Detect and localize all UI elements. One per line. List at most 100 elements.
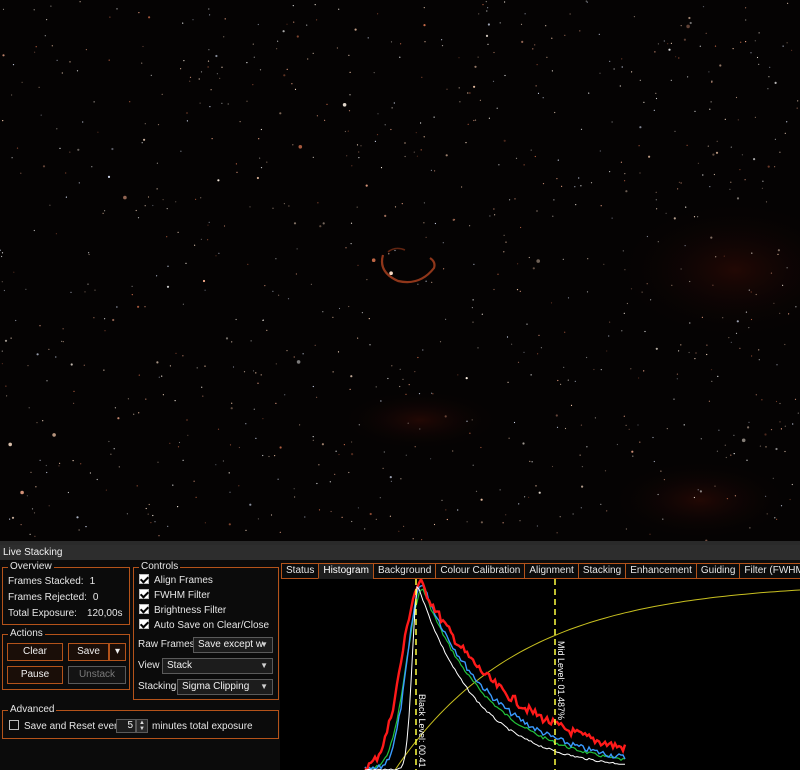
star bbox=[724, 444, 726, 446]
align-frames-checkbox[interactable]: Align Frames bbox=[139, 574, 213, 588]
star bbox=[716, 450, 719, 452]
star bbox=[390, 480, 392, 482]
star bbox=[80, 463, 82, 465]
star bbox=[199, 102, 201, 104]
star bbox=[195, 198, 197, 200]
star bbox=[29, 533, 31, 535]
star bbox=[52, 433, 56, 437]
raw-frames-select[interactable]: Save except w ▼ bbox=[193, 637, 273, 653]
star bbox=[532, 48, 534, 50]
star bbox=[519, 520, 521, 522]
star bbox=[272, 207, 274, 209]
star bbox=[383, 451, 385, 453]
star bbox=[751, 355, 753, 357]
checkbox-unchecked-icon[interactable] bbox=[9, 720, 19, 730]
star bbox=[467, 92, 469, 94]
star bbox=[49, 204, 51, 206]
tab-histogram[interactable]: Histogram bbox=[318, 563, 374, 579]
star bbox=[606, 350, 608, 352]
star bbox=[207, 60, 210, 62]
star bbox=[643, 101, 645, 103]
star bbox=[713, 173, 716, 176]
view-select[interactable]: Stack ▼ bbox=[162, 658, 273, 674]
save-button[interactable]: Save bbox=[68, 643, 109, 661]
tab-guiding[interactable]: Guiding bbox=[695, 563, 741, 579]
pause-button[interactable]: Pause bbox=[7, 666, 63, 684]
tab-stacking[interactable]: Stacking bbox=[577, 563, 627, 579]
star bbox=[581, 466, 584, 468]
fwhm-filter-checkbox[interactable]: FWHM Filter bbox=[139, 589, 210, 603]
live-stack-image bbox=[0, 0, 800, 541]
star bbox=[321, 443, 324, 446]
star bbox=[304, 516, 306, 518]
star bbox=[715, 151, 719, 154]
star bbox=[2, 8, 5, 10]
star bbox=[644, 330, 646, 333]
star bbox=[706, 344, 708, 346]
tab-colour-calibration[interactable]: Colour Calibration bbox=[435, 563, 526, 579]
star bbox=[537, 353, 539, 355]
star bbox=[678, 350, 680, 352]
star bbox=[350, 375, 353, 378]
stacking-select[interactable]: Sigma Clipping ▼ bbox=[177, 679, 273, 695]
star bbox=[415, 132, 417, 134]
star bbox=[276, 48, 278, 50]
spin-arrows-icon[interactable]: ▲ ▼ bbox=[136, 719, 148, 733]
checkbox-checked-icon[interactable] bbox=[139, 619, 149, 629]
star bbox=[384, 214, 387, 217]
save-reset-checkbox[interactable]: Save and Reset every bbox=[9, 720, 122, 734]
star bbox=[770, 272, 773, 274]
star bbox=[252, 84, 254, 86]
star bbox=[349, 388, 351, 390]
star bbox=[780, 428, 783, 430]
star bbox=[202, 279, 206, 283]
transfer-curve bbox=[394, 589, 800, 770]
star bbox=[754, 116, 757, 118]
star bbox=[376, 134, 379, 136]
star bbox=[794, 398, 797, 400]
star bbox=[775, 400, 778, 403]
star bbox=[700, 438, 702, 440]
minutes-spinbox[interactable]: 5 bbox=[116, 719, 136, 733]
star bbox=[780, 505, 783, 507]
star bbox=[493, 51, 495, 54]
star bbox=[523, 351, 525, 353]
star bbox=[657, 43, 660, 45]
star bbox=[608, 335, 610, 337]
star bbox=[586, 291, 589, 293]
star bbox=[335, 450, 337, 452]
star bbox=[123, 195, 127, 200]
brightness-filter-label: Brightness Filter bbox=[154, 605, 227, 616]
star bbox=[187, 434, 189, 436]
star bbox=[670, 79, 672, 81]
save-dropdown-button[interactable]: ▾ bbox=[109, 643, 126, 661]
checkbox-checked-icon[interactable] bbox=[139, 574, 149, 584]
tab-filter-fwhm[interactable]: Filter (FWHM) bbox=[739, 563, 800, 579]
tab-status[interactable]: Status bbox=[281, 563, 320, 579]
star bbox=[46, 471, 48, 474]
star bbox=[192, 19, 194, 21]
brightness-filter-checkbox[interactable]: Brightness Filter bbox=[139, 604, 226, 618]
checkbox-checked-icon[interactable] bbox=[139, 604, 149, 614]
star bbox=[150, 74, 152, 76]
star bbox=[89, 472, 91, 474]
star bbox=[496, 107, 498, 109]
auto-save-checkbox[interactable]: Auto Save on Clear/Close bbox=[139, 619, 269, 633]
star bbox=[452, 450, 454, 452]
tab-enhancement[interactable]: Enhancement bbox=[625, 563, 697, 579]
tab-background[interactable]: Background bbox=[372, 563, 437, 579]
unstack-button[interactable]: Unstack bbox=[68, 666, 126, 684]
star bbox=[551, 465, 554, 468]
clear-button[interactable]: Clear bbox=[7, 643, 63, 661]
star bbox=[776, 364, 778, 366]
tab-alignment[interactable]: Alignment bbox=[524, 563, 579, 579]
star bbox=[423, 7, 425, 9]
star bbox=[711, 380, 713, 382]
nebula-glow-bottom bbox=[610, 460, 790, 540]
star bbox=[215, 464, 217, 466]
star bbox=[35, 46, 37, 48]
star bbox=[266, 161, 268, 163]
star bbox=[446, 518, 448, 521]
star bbox=[399, 56, 401, 58]
checkbox-checked-icon[interactable] bbox=[139, 589, 149, 599]
